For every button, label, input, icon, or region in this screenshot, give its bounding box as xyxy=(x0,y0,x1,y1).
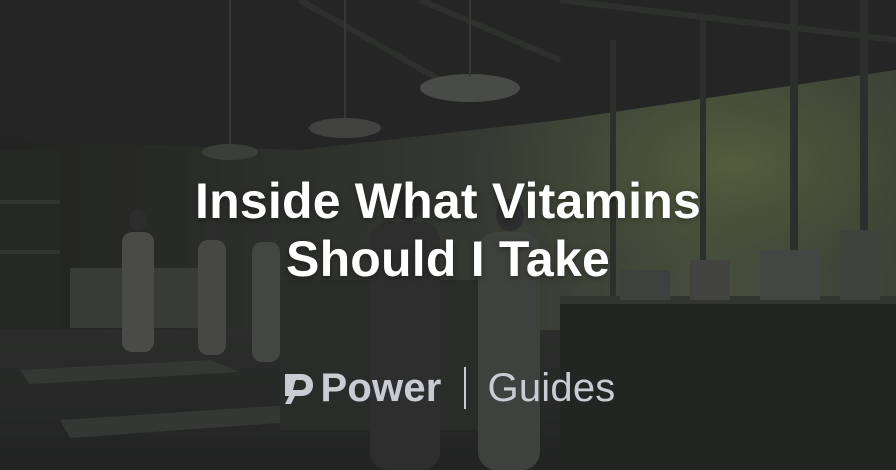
brand-section-label: Guides xyxy=(487,365,616,410)
title-line-1: Inside What Vitamins xyxy=(195,173,701,229)
brand-separator xyxy=(463,367,466,409)
page-title: Inside What Vitamins Should I Take xyxy=(0,172,896,288)
power-logo-icon xyxy=(284,374,313,404)
title-line-2: Should I Take xyxy=(286,231,610,287)
brand-lockup: Power Guides xyxy=(0,360,896,416)
brand-name: Power xyxy=(320,365,442,410)
guide-hero-banner: Inside What Vitamins Should I Take Power… xyxy=(0,0,896,470)
